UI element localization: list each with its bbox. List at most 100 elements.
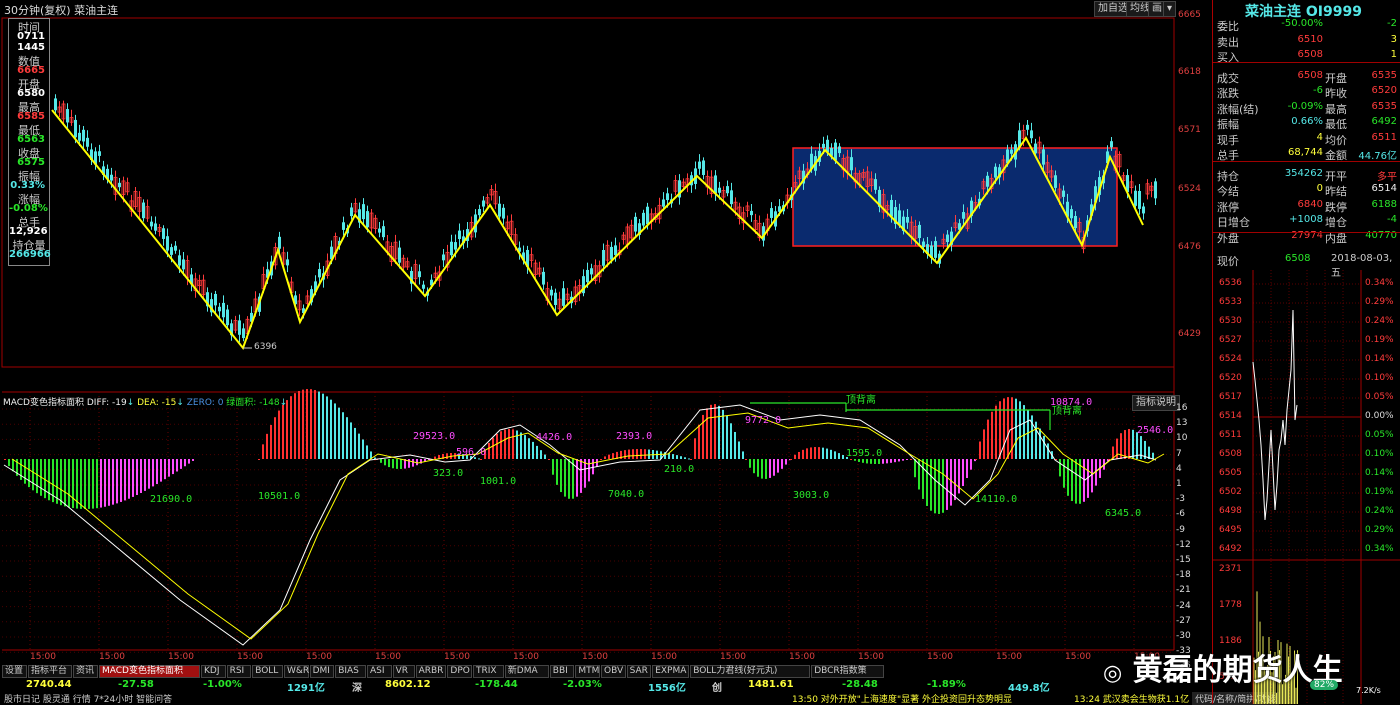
quote-value: 68,744	[1288, 147, 1323, 158]
quote-value: 4	[1316, 131, 1323, 143]
tab-0[interactable]: 设置	[2, 665, 27, 678]
intraday-axis-label: 6533	[1219, 297, 1242, 307]
macd-axis-label: -27	[1176, 615, 1191, 626]
news-item-2[interactable]: 13:24 武汉卖会生物获1.1亿	[1074, 692, 1189, 705]
time-axis-label: 15:00	[720, 652, 746, 662]
tab-22[interactable]: DBCR指数策	[811, 665, 884, 678]
status-item-2: -1.00%	[203, 679, 242, 690]
macd-axis: 16 13 10 7 4 1 -3 -6 -9 -12 -15 -18 -21 -24 -27 -30 -33-…	[0, 0, 1212, 671]
tab-7[interactable]: W&R	[284, 665, 309, 678]
macd-axis-label: -21	[1176, 585, 1191, 596]
time-axis-label: 15:00	[996, 652, 1022, 662]
quote-value: 多平	[1377, 171, 1397, 183]
tab-3[interactable]: MACD变色指标面积	[99, 665, 200, 678]
quote-label: 今结	[1217, 185, 1239, 198]
quote-label: 现手	[1217, 133, 1239, 147]
tab-14[interactable]: TRIX	[473, 665, 504, 678]
time-axis-label: 15:00	[375, 652, 401, 662]
tab-12[interactable]: ARBR	[415, 665, 447, 678]
time-axis-label: 15:00	[30, 652, 56, 662]
tab-21[interactable]: BOLL力君线(好元丸)	[690, 665, 811, 678]
macd-axis-label: 10	[1176, 433, 1188, 444]
time-axis-label: 15:00	[237, 652, 263, 662]
intraday-percent-label: 0.19%	[1365, 335, 1394, 345]
status-item-11: -28.48	[842, 679, 878, 690]
tab-4[interactable]: KDJ	[201, 665, 226, 678]
time-axis: 15:00 15:00 15:00 15:00 15:00 15:00 15:00 15:00…	[0, 652, 1212, 664]
macd-axis-label: -24	[1176, 600, 1191, 611]
tab-9[interactable]: BIAS	[335, 665, 366, 678]
intraday-axis-label: 6505	[1219, 468, 1242, 478]
current-price-value: 6508	[1285, 253, 1311, 264]
intraday-percent-label: 0.10%	[1365, 449, 1394, 459]
status-item-1: -27.58	[118, 679, 154, 690]
time-axis-label: 15:00	[168, 652, 194, 662]
quote-value: 6508	[1297, 69, 1323, 81]
quote-value: 0.66%	[1291, 116, 1323, 127]
quote-value: 6514	[1371, 183, 1397, 194]
intraday-axis-label: 6495	[1219, 525, 1242, 535]
intraday-axis-label: 6517	[1219, 392, 1242, 402]
tab-13[interactable]: DPO	[447, 665, 472, 678]
tab-16[interactable]: BBI	[549, 665, 575, 678]
tab-17[interactable]: MTM	[575, 665, 600, 678]
weibo-icon: ◎	[1103, 661, 1123, 686]
tab-6[interactable]: BOLL	[252, 665, 283, 678]
quote-value: 0	[1316, 183, 1323, 194]
tab-18[interactable]: OBV	[601, 665, 626, 678]
intraday-percent-label: 0.34%	[1365, 278, 1394, 288]
indicator-tabs: 设置 指标平台 资讯 MACD变色指标面积 KDJ RSI BOLL W&R DMI BIAS AS…	[0, 665, 1212, 679]
tab-11[interactable]: VR	[392, 665, 415, 678]
intraday-percent-label: 0.24%	[1365, 506, 1394, 516]
time-axis-label: 15:00	[582, 652, 608, 662]
time-axis-label: 15:00	[927, 652, 953, 662]
news-item-1[interactable]: 13:50 对外开放"上海速度"显著 外企投资回升态势明显	[792, 692, 1012, 705]
quote-value: 354262	[1284, 167, 1323, 179]
tab-1[interactable]: 指标平台	[28, 665, 72, 678]
intraday-percent-label: 0.05%	[1365, 392, 1394, 402]
status-item-5: 8602.12	[385, 679, 431, 690]
current-price-label: 现价	[1217, 255, 1239, 268]
quote-label: 涨停	[1217, 200, 1239, 214]
tab-10[interactable]: ASI	[367, 665, 392, 678]
quote-value: 6840	[1297, 198, 1323, 210]
intraday-percent-label: 0.34%	[1365, 544, 1394, 554]
time-axis-label: 15:00	[858, 652, 884, 662]
tab-5[interactable]: RSI	[226, 665, 252, 678]
tab-15[interactable]: 新DMA	[504, 665, 549, 678]
quote-label: 振幅	[1217, 118, 1239, 131]
intraday-axis-label: 6498	[1219, 506, 1242, 516]
intraday-axis-label: 1778	[1219, 600, 1242, 610]
quote-label: 成交	[1217, 71, 1239, 85]
intraday-axis-label: 6502	[1219, 487, 1242, 497]
intraday-axis-label: 6527	[1219, 335, 1242, 345]
intraday-percent-label: 0.29%	[1365, 525, 1394, 535]
intraday-axis-label: 6492	[1219, 544, 1242, 554]
tab-8[interactable]: DMI	[309, 665, 335, 678]
quote-value: -2	[1387, 18, 1397, 29]
macd-axis-label: -12	[1176, 539, 1191, 550]
time-axis-label: 15:00	[306, 652, 332, 662]
quote-value: -4	[1387, 214, 1397, 225]
quote-value: 6535	[1371, 69, 1397, 81]
tab-19[interactable]: SAR	[626, 665, 652, 678]
macd-axis-label: 4	[1176, 463, 1182, 474]
quote-value: -50.00%	[1281, 18, 1323, 29]
tab-2[interactable]: 资讯	[73, 665, 98, 678]
quote-value: 1	[1390, 49, 1397, 60]
quote-value: 6535	[1371, 100, 1397, 112]
intraday-percent-label: 0.19%	[1365, 487, 1394, 497]
tab-20[interactable]: EXPMA	[652, 665, 690, 678]
quote-label: 委比	[1217, 20, 1239, 33]
news-ticker-bar: 股市日记 股灵通 行情 7*24小时 智能问答 13:50 对外开放"上海速度"…	[0, 692, 1400, 705]
quote-value: -0.09%	[1287, 100, 1323, 112]
macd-axis-label: 7	[1176, 448, 1182, 459]
macd-axis-label: -6	[1176, 509, 1185, 520]
quote-value: 6510	[1297, 33, 1323, 45]
intraday-percent-label: 0.24%	[1365, 316, 1394, 326]
intraday-axis-label: 6536	[1219, 278, 1242, 288]
quote-value: 6520	[1371, 85, 1397, 96]
status-item-0: 2740.44	[26, 679, 72, 690]
separator	[1213, 232, 1400, 233]
time-axis-label: 15:00	[651, 652, 677, 662]
